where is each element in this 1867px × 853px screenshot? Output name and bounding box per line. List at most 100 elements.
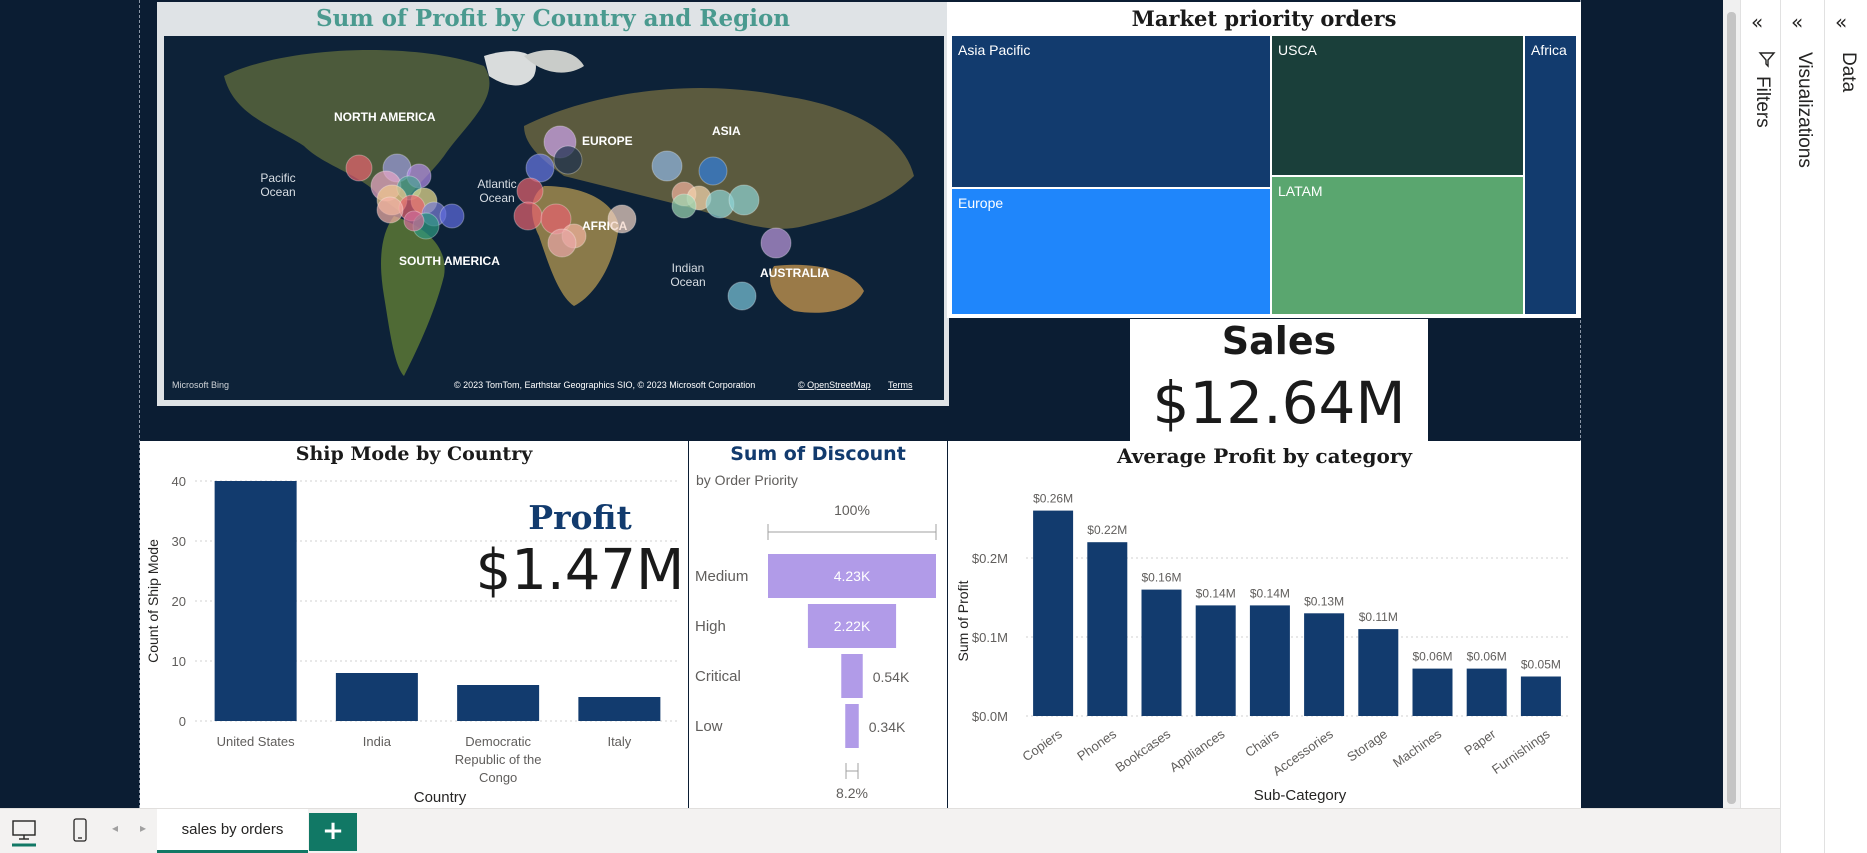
label-south-america: SOUTH AMERICA xyxy=(399,254,500,268)
filter-icon xyxy=(1758,52,1776,68)
funnel-category-label: Low xyxy=(695,718,723,735)
treemap-label: Asia Pacific xyxy=(958,42,1031,58)
page-tabs-bar: ◂ ▸ sales by orders + xyxy=(0,808,1780,853)
y-tick-label: 30 xyxy=(172,534,186,549)
treemap-label: Africa xyxy=(1531,42,1567,58)
sales-card-label: Sales xyxy=(1221,319,1337,363)
funnel-category-label: High xyxy=(695,618,726,635)
bar[interactable] xyxy=(1195,605,1236,716)
x-tick-label: Appliances xyxy=(1167,726,1228,775)
funnel-value-label: 0.54K xyxy=(873,669,910,685)
ship-mode-visual[interactable]: Ship Mode by Country 40 30 20 10 0 United Sta… xyxy=(140,441,688,808)
discount-funnel-chart: 100% Medium 4.23K High 2.22K Critical 0.54K Low… xyxy=(695,502,937,801)
mobile-layout-icon[interactable] xyxy=(72,817,88,843)
label-europe: EUROPE xyxy=(582,134,633,148)
canvas-scrollbar[interactable] xyxy=(1723,0,1740,808)
y-tick-label: 10 xyxy=(172,654,186,669)
data-label: $0.26M xyxy=(1033,492,1073,506)
bar[interactable] xyxy=(1466,668,1507,716)
filters-pane[interactable]: « Filters xyxy=(1740,0,1780,853)
treemap-cell-latam[interactable]: LATAM xyxy=(1272,177,1523,314)
x-tick-label: Phones xyxy=(1074,726,1119,764)
data-label: $0.14M xyxy=(1250,586,1290,600)
collapse-filters-icon[interactable]: « xyxy=(1751,12,1763,32)
profit-card-label: Profit xyxy=(528,498,632,537)
x-tick-label: Machines xyxy=(1390,726,1445,770)
discount-visual[interactable]: Sum of Discount by Order Priority 100% Me… xyxy=(689,441,947,808)
label-atlantic: Atlantic xyxy=(477,177,516,191)
x-tick-label: Bookcases xyxy=(1113,726,1174,775)
funnel-bar[interactable] xyxy=(841,654,863,698)
x-tick-label: Paper xyxy=(1461,726,1499,759)
add-page-button[interactable]: + xyxy=(309,813,357,851)
ship-mode-chart: 40 30 20 10 0 United States India Democratic Rep… xyxy=(145,474,680,806)
bar[interactable] xyxy=(335,673,418,721)
treemap-cell-asia-pacific[interactable]: Asia Pacific xyxy=(952,36,1270,187)
treemap-label: Europe xyxy=(958,195,1004,211)
collapse-data-icon[interactable]: « xyxy=(1835,12,1847,32)
bar[interactable] xyxy=(1304,613,1345,716)
bar[interactable] xyxy=(1358,629,1399,716)
y-tick-label: 20 xyxy=(172,594,186,609)
x-tick-label: Congo xyxy=(479,770,517,785)
treemap-visual[interactable]: Market priority orders Asia Pacific Euro… xyxy=(947,2,1581,318)
collapse-visualizations-icon[interactable]: « xyxy=(1791,12,1803,32)
bar[interactable] xyxy=(1141,589,1182,716)
x-tick-label: Storage xyxy=(1344,726,1390,764)
avg-profit-visual[interactable]: Average Profit by category $0.2M $0.1M $0.… xyxy=(948,441,1581,808)
x-tick-label: Republic of the xyxy=(455,752,542,767)
treemap-cell-africa[interactable]: Africa xyxy=(1525,36,1576,314)
bar[interactable] xyxy=(1087,542,1128,716)
filters-pane-label[interactable]: Filters xyxy=(1751,76,1773,128)
avg-profit-chart: $0.2M $0.1M $0.0M $0.26M Copiers $0.22M Phones… xyxy=(955,492,1568,804)
bar[interactable] xyxy=(1412,668,1453,716)
report-canvas: Sum of Profit by Country and Region NORT… xyxy=(0,0,1723,808)
label-atlantic-2: Ocean xyxy=(479,191,514,205)
y-tick-label: 0 xyxy=(179,714,186,729)
bar[interactable] xyxy=(578,697,661,721)
report-root: Sum of Profit by Country and Region NORT… xyxy=(0,0,1867,853)
bar[interactable] xyxy=(1249,605,1290,716)
treemap-cell-europe[interactable]: Europe xyxy=(952,189,1270,314)
map-title: Sum of Profit by Country and Region xyxy=(315,5,791,32)
funnel-category-label: Critical xyxy=(695,668,741,685)
funnel-bar[interactable] xyxy=(845,704,859,748)
bar[interactable] xyxy=(1033,510,1074,716)
label-north-america: NORTH AMERICA xyxy=(334,110,436,124)
funnel-bottom-label: 8.2% xyxy=(836,785,868,801)
x-tick-label: Copiers xyxy=(1020,726,1066,764)
desktop-layout-icon[interactable] xyxy=(10,817,38,847)
scroll-tabs-right-icon[interactable]: ▸ xyxy=(140,821,146,835)
y-tick-label: $0.2M xyxy=(972,551,1008,566)
funnel-top-label: 100% xyxy=(834,502,870,518)
bar[interactable] xyxy=(214,481,297,721)
scrollbar-thumb[interactable] xyxy=(1727,12,1736,804)
data-label: $0.11M xyxy=(1359,610,1398,624)
y-tick-label: $0.1M xyxy=(972,630,1008,645)
bar[interactable] xyxy=(1520,676,1561,717)
data-pane[interactable]: « Data xyxy=(1824,0,1867,853)
profit-card-value: $1.47M xyxy=(475,538,685,603)
label-pacific: Pacific xyxy=(260,171,295,185)
x-axis-title: Country xyxy=(414,789,467,806)
visualizations-pane[interactable]: « Visualizations xyxy=(1780,0,1824,853)
tab-sales-by-orders[interactable]: sales by orders xyxy=(157,809,308,853)
bar[interactable] xyxy=(457,685,540,721)
world-map[interactable]: NORTH AMERICA SOUTH AMERICA EUROPE ASIA … xyxy=(164,36,944,400)
map-svg: NORTH AMERICA SOUTH AMERICA EUROPE ASIA … xyxy=(164,36,944,400)
treemap-label: USCA xyxy=(1278,42,1317,58)
visualizations-pane-label[interactable]: Visualizations xyxy=(1793,52,1815,168)
scroll-tabs-left-icon[interactable]: ◂ xyxy=(112,821,118,835)
data-label: $0.14M xyxy=(1196,586,1236,600)
y-tick-label: 40 xyxy=(172,474,186,489)
label-australia: AUSTRALIA xyxy=(760,266,830,280)
map-terms-link[interactable]: Terms xyxy=(888,380,913,390)
y-axis-title: Count of Ship Mode xyxy=(145,539,161,663)
sales-card[interactable]: Sales $12.64M xyxy=(1130,319,1428,441)
map-osm-link[interactable]: © OpenStreetMap xyxy=(798,380,871,390)
label-asia: ASIA xyxy=(712,124,741,138)
funnel-value-label: 4.23K xyxy=(834,568,871,584)
data-pane-label[interactable]: Data xyxy=(1837,52,1859,92)
treemap-cell-usca[interactable]: USCA xyxy=(1272,36,1523,175)
x-tick-label: Furnishings xyxy=(1489,726,1553,777)
